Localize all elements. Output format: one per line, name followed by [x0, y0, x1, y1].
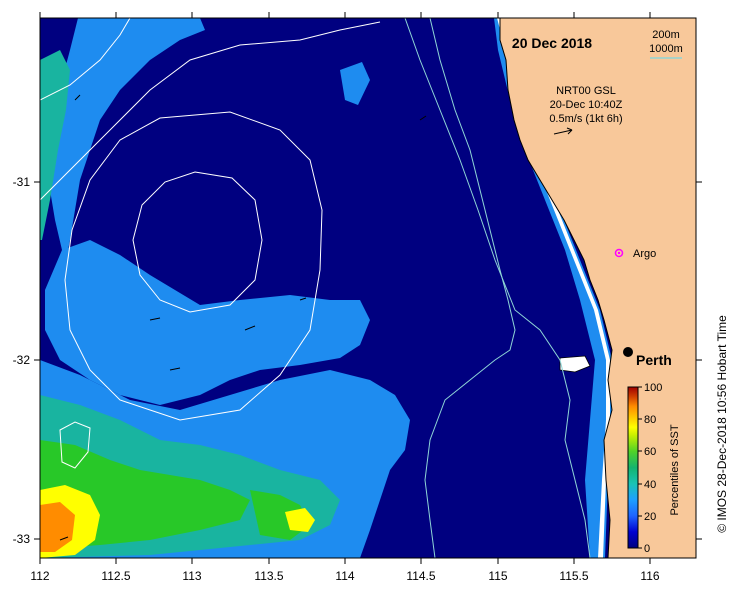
colorbar-tick-label: 100	[644, 382, 662, 394]
colorbar-tick-label: 60	[644, 446, 656, 458]
colorbar-tick-label: 40	[644, 479, 656, 491]
x-tick-labels: 112 112.5 113 113.5 114 114.5 115 115.5 …	[30, 569, 659, 583]
x-tick-label: 114	[335, 569, 354, 583]
x-tick-label: 116	[640, 569, 659, 583]
imos-credit: © IMOS 28-Dec-2018 10:56 Hobart Time	[715, 315, 729, 533]
product-source: NRT00 GSL	[556, 85, 616, 97]
colorbar	[627, 386, 639, 549]
vector-scale-label: 0.5m/s (1kt 6h)	[549, 113, 622, 125]
perth-label: Perth	[636, 352, 672, 368]
x-tick-label: 114.5	[406, 569, 435, 583]
product-time: 20-Dec 10:40Z	[550, 99, 623, 111]
x-tick-label: 113	[182, 569, 201, 583]
depth-200m-label: 200m	[652, 29, 680, 41]
x-tick-label: 115.5	[559, 569, 588, 583]
y-tick-label: -32	[13, 353, 31, 367]
colorbar-title: Percentiles of SST	[669, 424, 681, 515]
argo-label: Argo	[633, 248, 656, 260]
x-tick-label: 115	[488, 569, 507, 583]
colorbar-tick-label: 20	[644, 511, 656, 523]
perth-marker[interactable]	[623, 347, 633, 357]
y-tick-labels: -31 -32 -33	[13, 175, 31, 546]
y-tick-label: -33	[13, 532, 31, 546]
colorbar-tick-label: 80	[644, 414, 656, 426]
colorbar-tick-label: 0	[644, 543, 650, 555]
depth-1000m-label: 1000m	[649, 43, 683, 55]
x-tick-label: 112.5	[101, 569, 130, 583]
y-tick-label: -31	[13, 175, 31, 189]
x-tick-label: 112	[30, 569, 49, 583]
x-tick-label: 113.5	[254, 569, 283, 583]
date-label: 20 Dec 2018	[512, 35, 592, 51]
